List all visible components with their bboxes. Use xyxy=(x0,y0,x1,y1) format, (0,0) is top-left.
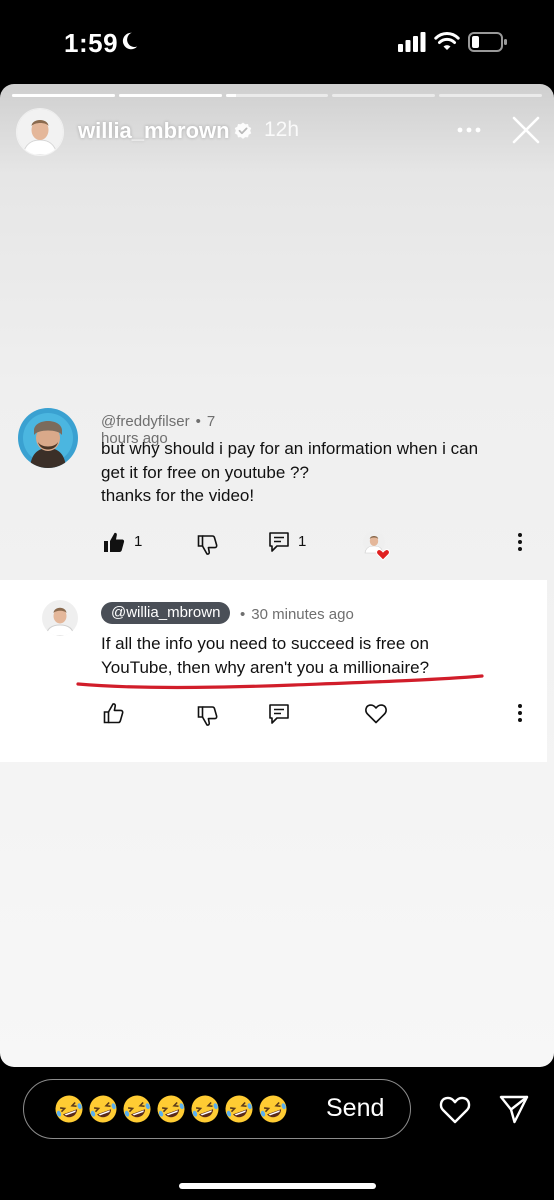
rolling-laughing-emoji[interactable] xyxy=(258,1094,288,1124)
progress-segment xyxy=(439,94,542,97)
commenter-avatar[interactable] xyxy=(18,408,78,468)
more-options-icon[interactable] xyxy=(456,120,482,140)
reply-icon[interactable] xyxy=(268,703,290,725)
rolling-laughing-emoji[interactable] xyxy=(88,1094,118,1124)
like-count: 1 xyxy=(134,533,143,550)
verified-badge-icon xyxy=(234,122,252,139)
heart-icon[interactable] xyxy=(364,702,388,724)
comment-line: get it for free on youtube ?? xyxy=(101,462,309,482)
story-header: willia_mbrown 12h xyxy=(16,108,542,156)
progress-segment xyxy=(332,94,436,97)
rolling-laughing-emoji[interactable] xyxy=(54,1094,84,1124)
cellular-signal-icon xyxy=(398,32,426,52)
reply-author-handle[interactable]: @willia_mbrown xyxy=(101,602,231,624)
avatar-image xyxy=(17,109,63,155)
story-username[interactable]: willia_mbrown xyxy=(78,118,230,144)
home-indicator xyxy=(179,1183,376,1189)
status-bar: 1:59 xyxy=(0,0,554,84)
reply-line: If all the info you need to succeed is f… xyxy=(101,634,429,653)
meta-separator: • xyxy=(195,413,201,430)
moon-icon xyxy=(122,32,138,50)
reply-icon[interactable] xyxy=(268,531,290,553)
comment-line: thanks for the video! xyxy=(101,486,255,505)
quick-reactions xyxy=(54,1094,288,1124)
thumbs-up-icon[interactable] xyxy=(103,702,125,724)
story-progress xyxy=(12,94,542,97)
reply-actions xyxy=(0,702,554,732)
reply-meta: • 30 minutes ago xyxy=(240,606,354,623)
heart-icon[interactable] xyxy=(438,1093,472,1125)
progress-segment xyxy=(225,94,329,97)
comment-actions: 1 1 xyxy=(0,531,554,561)
close-icon[interactable] xyxy=(510,114,542,146)
progress-segment xyxy=(12,94,115,97)
direct-message-icon[interactable] xyxy=(498,1093,530,1125)
rolling-laughing-emoji[interactable] xyxy=(122,1094,152,1124)
status-time: 1:59 xyxy=(64,28,119,58)
comment-line: but why should i pay for an information … xyxy=(101,439,479,458)
thumbs-down-icon[interactable] xyxy=(197,705,219,727)
rolling-laughing-emoji[interactable] xyxy=(224,1094,254,1124)
red-underline-annotation xyxy=(76,674,484,690)
thumbs-down-icon[interactable] xyxy=(197,534,219,556)
battery-icon xyxy=(468,32,507,52)
creator-avatar-mini xyxy=(363,531,390,561)
reply-author-avatar[interactable] xyxy=(42,600,78,636)
more-vertical-icon[interactable] xyxy=(509,702,531,724)
comment-author[interactable]: @freddyfilser xyxy=(101,413,190,430)
wifi-icon xyxy=(434,31,460,50)
story-card[interactable]: willia_mbrown 12h xyxy=(0,84,554,1067)
comment-text: but why should i pay for an information … xyxy=(101,437,531,508)
story-reply-bar: Send xyxy=(0,1067,554,1200)
reply-comment: @willia_mbrown • 30 minutes ago If all th… xyxy=(0,580,547,762)
rolling-laughing-emoji[interactable] xyxy=(156,1094,186,1124)
send-button[interactable]: Send xyxy=(326,1094,384,1123)
story-time-ago: 12h xyxy=(264,118,300,141)
avatar-image xyxy=(42,600,78,636)
rolling-laughing-emoji[interactable] xyxy=(190,1094,220,1124)
avatar-image xyxy=(18,408,78,468)
more-vertical-icon[interactable] xyxy=(509,531,531,553)
progress-segment xyxy=(118,94,222,97)
meta-separator: • xyxy=(240,606,246,623)
author-avatar[interactable] xyxy=(16,108,64,156)
reply-count: 1 xyxy=(298,533,307,550)
thumbs-up-filled-icon[interactable] xyxy=(103,531,125,553)
reply-time-ago: 30 minutes ago xyxy=(251,606,354,623)
creator-heart-icon xyxy=(362,531,392,561)
reply-input[interactable]: Send xyxy=(23,1079,411,1139)
